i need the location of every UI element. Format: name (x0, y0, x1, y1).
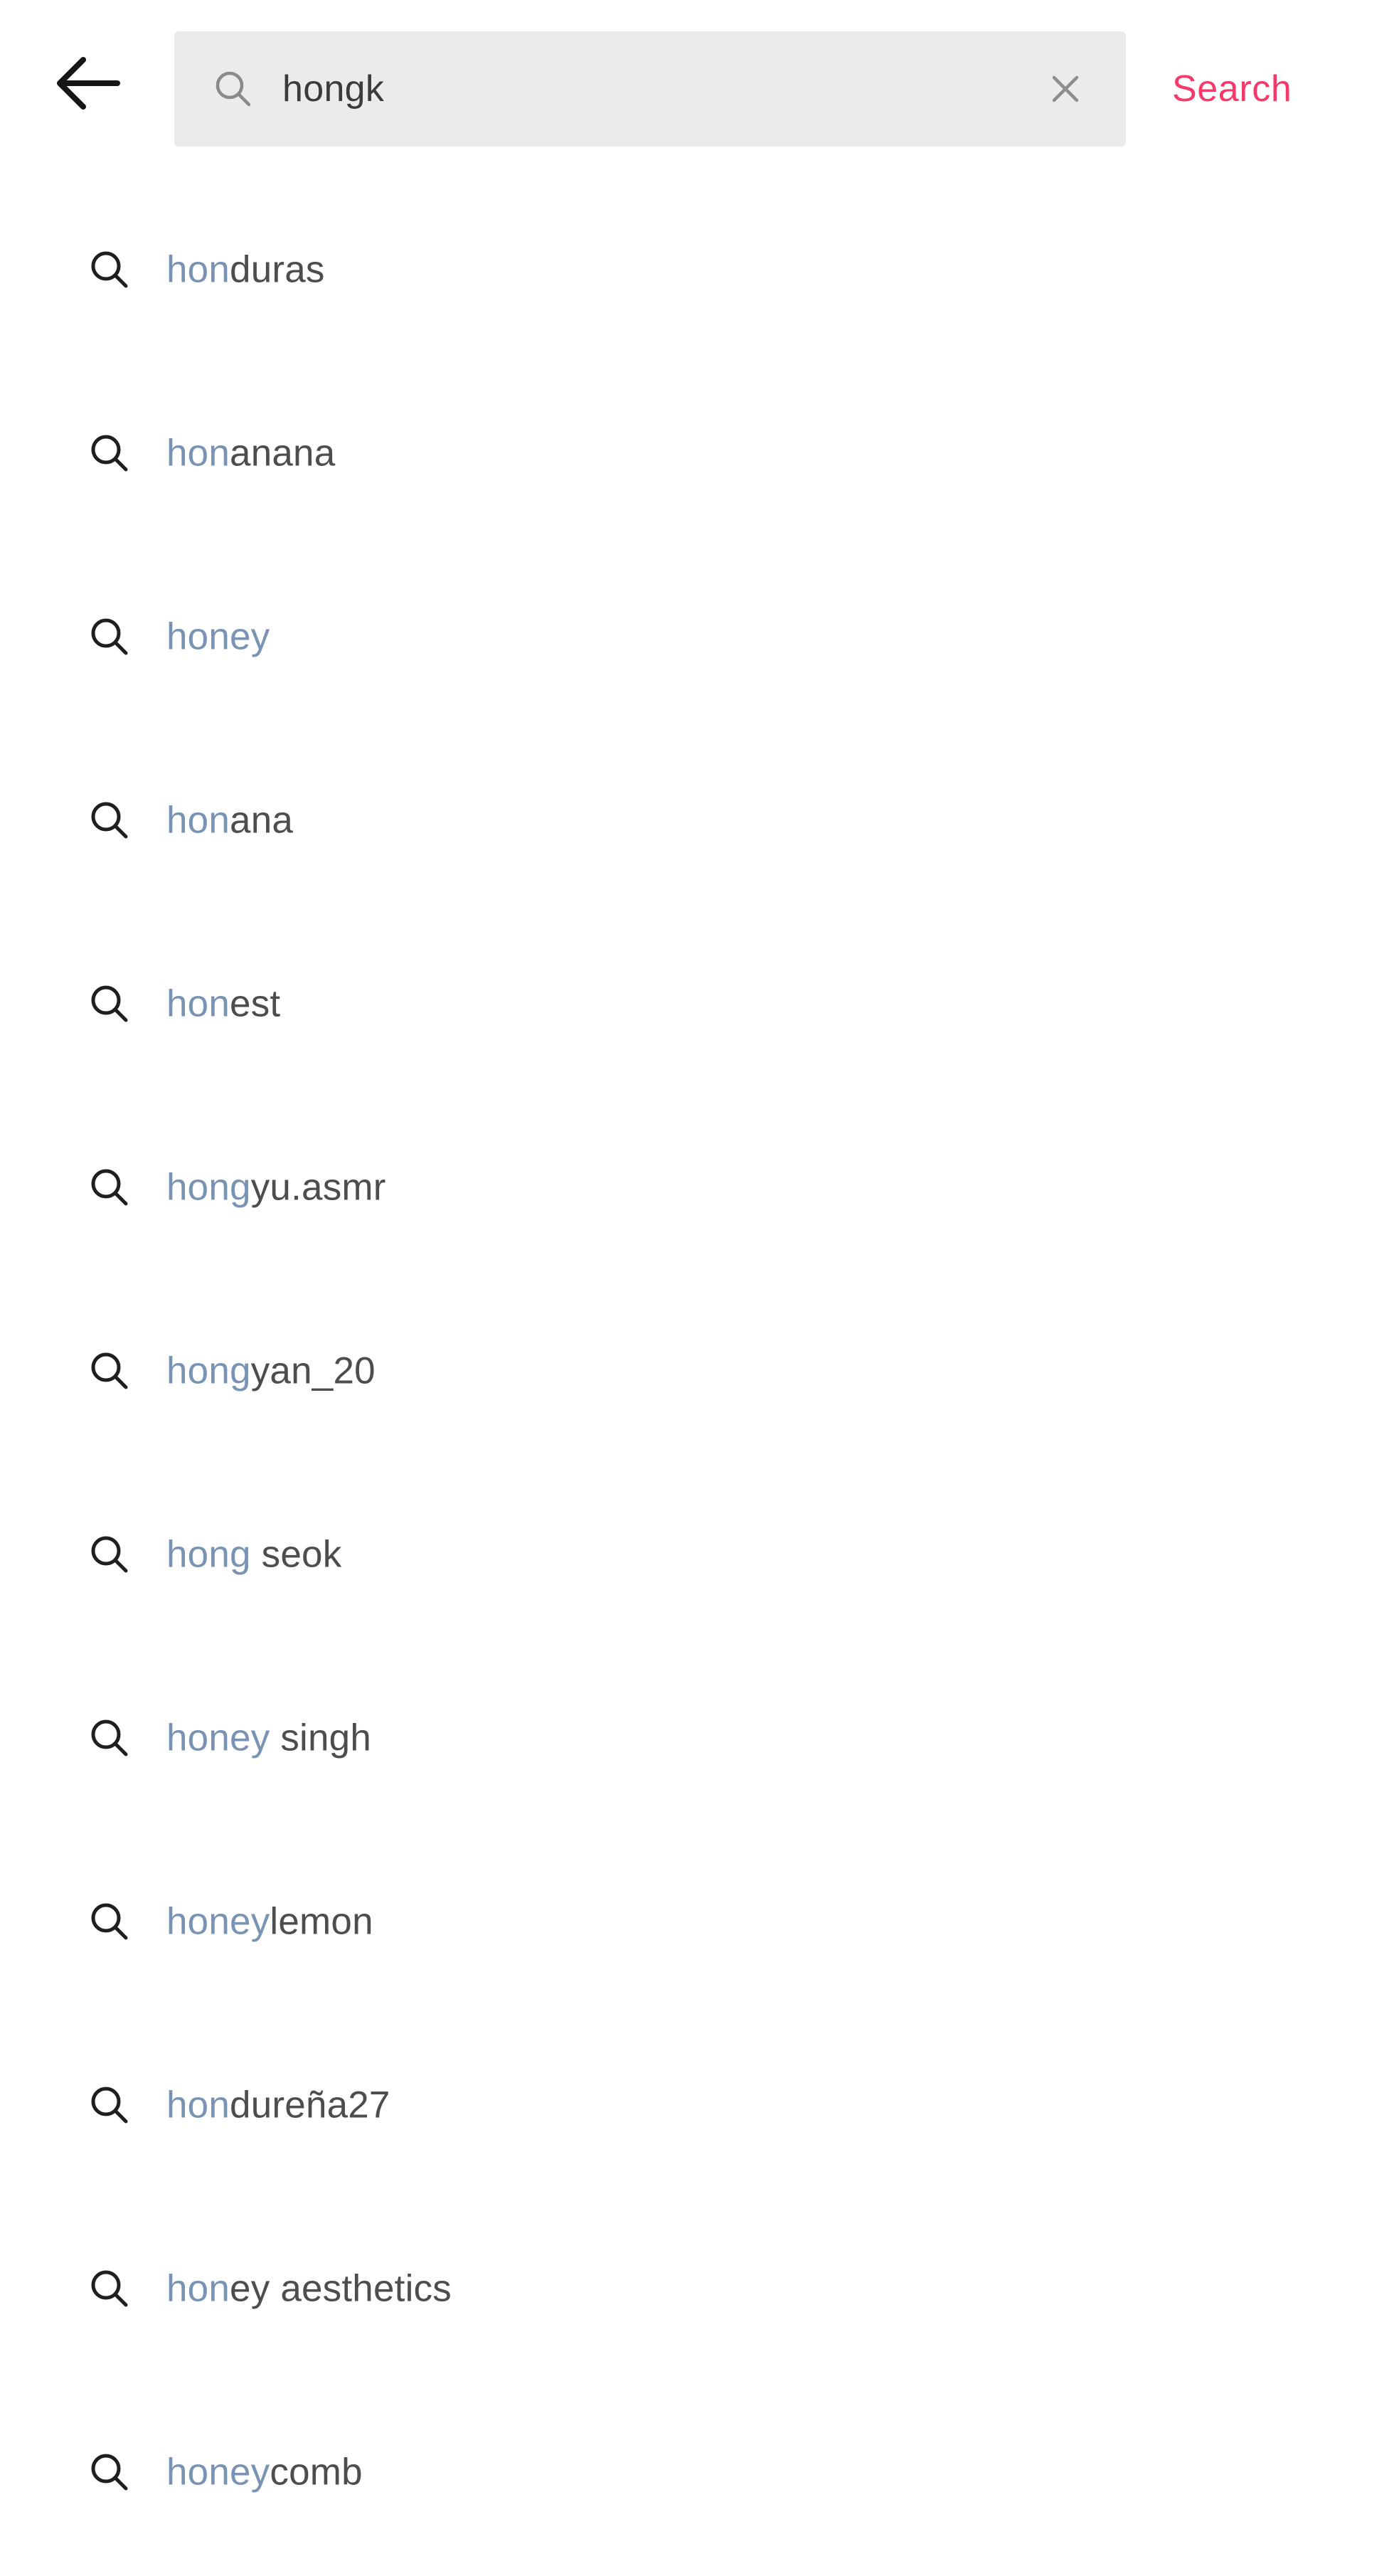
back-button[interactable] (34, 44, 141, 122)
suggestion-row[interactable]: honanana (0, 361, 1394, 545)
suggestion-row[interactable]: honey singh (0, 1646, 1394, 1830)
suggestion-rest-text: yu.asmr (250, 1166, 386, 1209)
suggestion-match-text: hon (166, 2267, 230, 2310)
search-icon (90, 1351, 129, 1391)
suggestion-match-text: honey (166, 1717, 270, 1759)
suggestion-label: honanana (166, 435, 335, 472)
suggestion-label: honduras (166, 251, 325, 289)
search-icon (90, 250, 129, 290)
suggestion-match-text: hong (166, 1166, 251, 1209)
suggestion-label: honey aesthetics (166, 2270, 452, 2308)
suggestion-match-text: hon (166, 799, 230, 842)
suggestion-rest-text: est (230, 982, 281, 1025)
suggestion-rest-text: anana (230, 432, 336, 475)
suggestion-match-text: hong (166, 1533, 251, 1576)
search-icon (90, 2452, 129, 2492)
search-icon (90, 984, 129, 1024)
search-icon (90, 1535, 129, 1574)
arrow-left-icon (53, 54, 122, 112)
suggestion-row[interactable]: hong seok (0, 1463, 1394, 1646)
search-input[interactable] (282, 31, 1100, 147)
suggestion-row[interactable]: honest (0, 912, 1394, 1096)
search-input-field[interactable] (174, 31, 1126, 147)
suggestion-row[interactable]: honana (0, 728, 1394, 912)
suggestion-label: honest (166, 985, 280, 1023)
suggestion-rest-text: dureña27 (230, 2084, 390, 2126)
suggestion-label: honey (166, 618, 270, 656)
suggestion-row[interactable]: honduras (0, 178, 1394, 361)
suggestion-rest-text: duras (230, 248, 325, 291)
suggestion-list: honduras honanana honey honana honest hongyu.… (0, 178, 1394, 2564)
suggestion-label: hongyu.asmr (166, 1169, 386, 1207)
suggestion-row[interactable]: hondureña27 (0, 2013, 1394, 2197)
suggestion-match-text: honey (166, 1900, 270, 1943)
suggestion-rest-text: ana (230, 799, 294, 842)
suggestion-row[interactable]: honey (0, 545, 1394, 728)
search-icon (90, 617, 129, 657)
suggestion-label: hongyan_20 (166, 1352, 376, 1390)
suggestion-label: hong seok (166, 1536, 341, 1574)
suggestion-row[interactable]: honeycomb (0, 2380, 1394, 2564)
search-icon (90, 800, 129, 840)
search-submit-button[interactable]: Search (1172, 0, 1292, 178)
search-icon (90, 1718, 129, 1758)
suggestion-rest-text: seok (250, 1533, 342, 1576)
suggestion-match-text: hon (166, 2084, 230, 2126)
suggestion-rest-text: lemon (270, 1900, 373, 1943)
suggestion-row[interactable]: honeylemon (0, 1830, 1394, 2013)
suggestion-rest-text: ey aesthetics (230, 2267, 452, 2310)
suggestion-match-text: honey (166, 2451, 270, 2493)
suggestion-match-text: hong (166, 1350, 251, 1392)
suggestion-row[interactable]: hongyan_20 (0, 1279, 1394, 1463)
suggestion-rest-text: comb (270, 2451, 363, 2493)
search-icon (90, 1167, 129, 1207)
suggestion-match-text: hon (166, 982, 230, 1025)
search-header: Search (0, 0, 1394, 178)
search-icon (90, 433, 129, 473)
search-icon (90, 2085, 129, 2125)
suggestion-label: honana (166, 802, 293, 839)
suggestion-rest-text: yan_20 (250, 1350, 376, 1392)
suggestion-label: hondureña27 (166, 2087, 390, 2124)
suggestion-match-text: honey (166, 615, 270, 658)
search-icon (90, 2269, 129, 2309)
suggestion-match-text: hon (166, 432, 230, 475)
suggestion-match-text: hon (166, 248, 230, 291)
clear-button[interactable] (1043, 67, 1087, 111)
search-icon (90, 1902, 129, 1941)
suggestion-label: honeylemon (166, 1903, 373, 1941)
close-icon (1047, 70, 1084, 107)
suggestion-label: honeycomb (166, 2454, 363, 2491)
suggestion-rest-text: singh (270, 1717, 372, 1759)
suggestion-row[interactable]: honey aesthetics (0, 2197, 1394, 2380)
suggestion-row[interactable]: hongyu.asmr (0, 1096, 1394, 1279)
search-icon (214, 70, 252, 108)
suggestion-label: honey singh (166, 1719, 371, 1757)
